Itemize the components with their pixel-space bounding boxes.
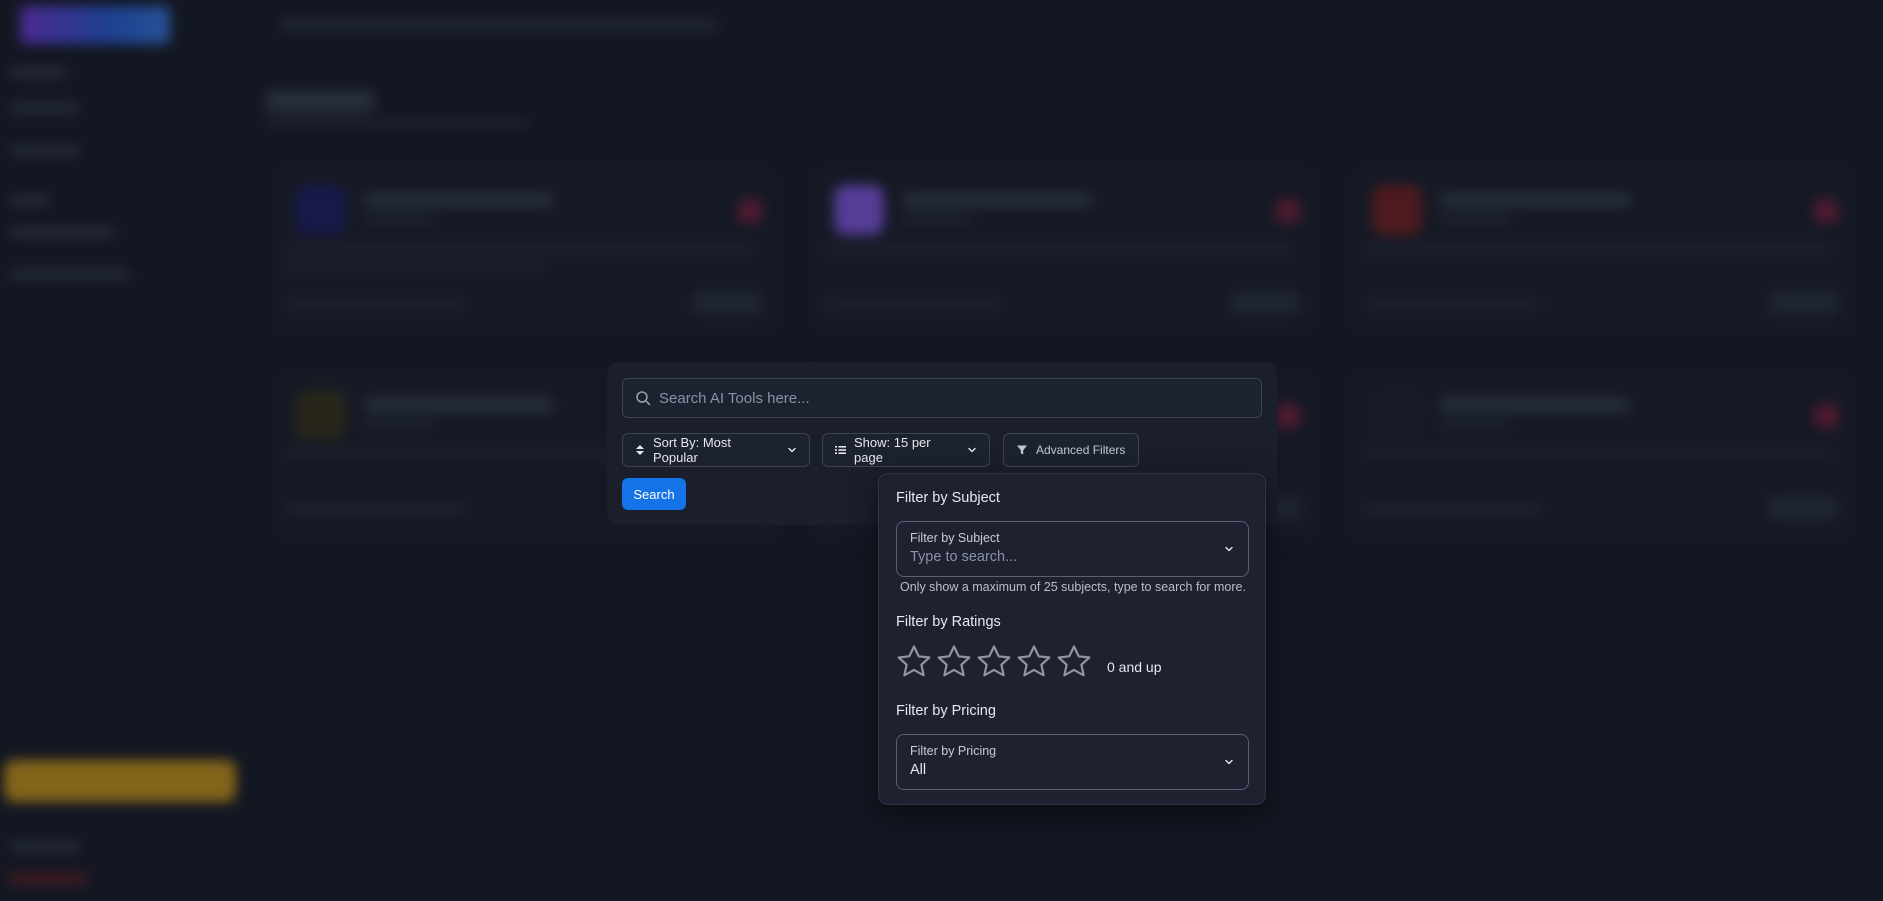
search-input[interactable] <box>659 379 1249 417</box>
tool-name <box>902 193 1092 207</box>
tool-description <box>286 245 756 253</box>
ratings-section-title: Filter by Ratings <box>896 614 1001 630</box>
pricing-value: All <box>910 762 927 778</box>
promo-button <box>4 760 236 802</box>
tool-description <box>1362 245 1832 253</box>
star-outline-icon[interactable] <box>896 644 932 680</box>
list-icon <box>835 446 846 454</box>
subject-placeholder: Type to search... <box>910 549 1018 565</box>
pricing-section-title: Filter by Pricing <box>896 703 996 719</box>
favorite-icon <box>1276 199 1300 223</box>
tool-meta <box>1362 300 1542 308</box>
tool-description <box>1362 450 1832 458</box>
star-outline-icon[interactable] <box>1056 644 1092 680</box>
search-box[interactable] <box>622 378 1262 418</box>
tool-button <box>692 291 762 315</box>
favorite-icon <box>1276 404 1300 428</box>
page-subtitle <box>265 118 530 127</box>
sidebar-item <box>10 104 80 113</box>
tool-name <box>1440 193 1630 207</box>
sidebar <box>0 0 250 901</box>
subject-select[interactable]: Filter by Subject Type to search... <box>896 521 1249 577</box>
chevron-down-icon <box>788 447 796 453</box>
favorite-icon <box>1814 199 1838 223</box>
subject-field-label: Filter by Subject <box>910 531 1000 545</box>
pricing-select[interactable]: Filter by Pricing All <box>896 734 1249 790</box>
sidebar-item <box>8 874 88 883</box>
page-title <box>265 90 375 112</box>
star-outline-icon[interactable] <box>1016 644 1052 680</box>
tool-icon <box>1372 390 1422 440</box>
tool-icon <box>1372 185 1422 235</box>
advanced-filters-label: Advanced Filters <box>1036 443 1126 457</box>
chevron-down-icon <box>1225 759 1233 765</box>
tool-name <box>364 398 554 412</box>
subject-section-title: Filter by Subject <box>896 490 1000 506</box>
sidebar-item <box>10 146 80 155</box>
breadcrumb <box>278 18 718 32</box>
tool-meta <box>1362 505 1542 513</box>
app-logo <box>20 6 170 44</box>
sort-dropdown[interactable]: Sort By: Most Popular <box>622 433 810 467</box>
sort-label: Sort By: Most Popular <box>653 435 732 465</box>
tool-card <box>1348 165 1856 335</box>
sidebar-item <box>10 196 50 205</box>
rating-stars[interactable] <box>896 644 1092 680</box>
funnel-icon <box>1017 445 1027 455</box>
tool-meta <box>286 300 466 308</box>
favorite-icon <box>738 199 762 223</box>
tool-icon <box>296 390 346 440</box>
sidebar-item <box>10 68 68 77</box>
tool-icon <box>296 185 346 235</box>
tool-card <box>810 165 1318 335</box>
sidebar-item <box>10 842 80 851</box>
chevron-down-icon <box>1225 546 1233 552</box>
tool-card <box>1348 370 1856 540</box>
tool-name <box>364 193 554 207</box>
tool-card <box>272 165 780 335</box>
star-outline-icon[interactable] <box>936 644 972 680</box>
search-icon <box>636 391 651 406</box>
advanced-filters-button[interactable]: Advanced Filters <box>1003 433 1139 467</box>
tool-category <box>364 215 434 223</box>
pricing-field-label: Filter by Pricing <box>910 744 997 758</box>
tool-icon <box>834 185 884 235</box>
tool-button <box>1230 291 1300 315</box>
tool-description <box>286 263 546 271</box>
tool-category <box>364 420 434 428</box>
tool-button <box>1768 291 1838 315</box>
per-page-dropdown[interactable]: Show: 15 per page <box>822 433 990 467</box>
sort-arrows-icon <box>636 445 644 455</box>
tool-category <box>902 215 972 223</box>
chevron-down-icon <box>968 447 976 453</box>
sidebar-item <box>10 270 130 279</box>
search-button[interactable]: Search <box>622 478 686 510</box>
tool-button <box>1768 496 1838 520</box>
subject-helper-text: Only show a maximum of 25 subjects, type… <box>900 580 1246 594</box>
tool-category <box>1440 420 1510 428</box>
favorite-icon <box>1814 404 1838 428</box>
tool-description <box>824 245 1294 253</box>
tool-meta <box>286 505 466 513</box>
tool-category <box>1440 215 1510 223</box>
tool-name <box>1440 398 1630 412</box>
rating-label: 0 and up <box>1107 659 1162 675</box>
per-page-label: Show: 15 per page <box>854 435 931 465</box>
star-outline-icon[interactable] <box>976 644 1012 680</box>
tool-meta <box>824 300 1004 308</box>
sidebar-item <box>10 228 115 237</box>
advanced-filters-popover: Filter by Subject Filter by Subject Type… <box>878 473 1266 805</box>
